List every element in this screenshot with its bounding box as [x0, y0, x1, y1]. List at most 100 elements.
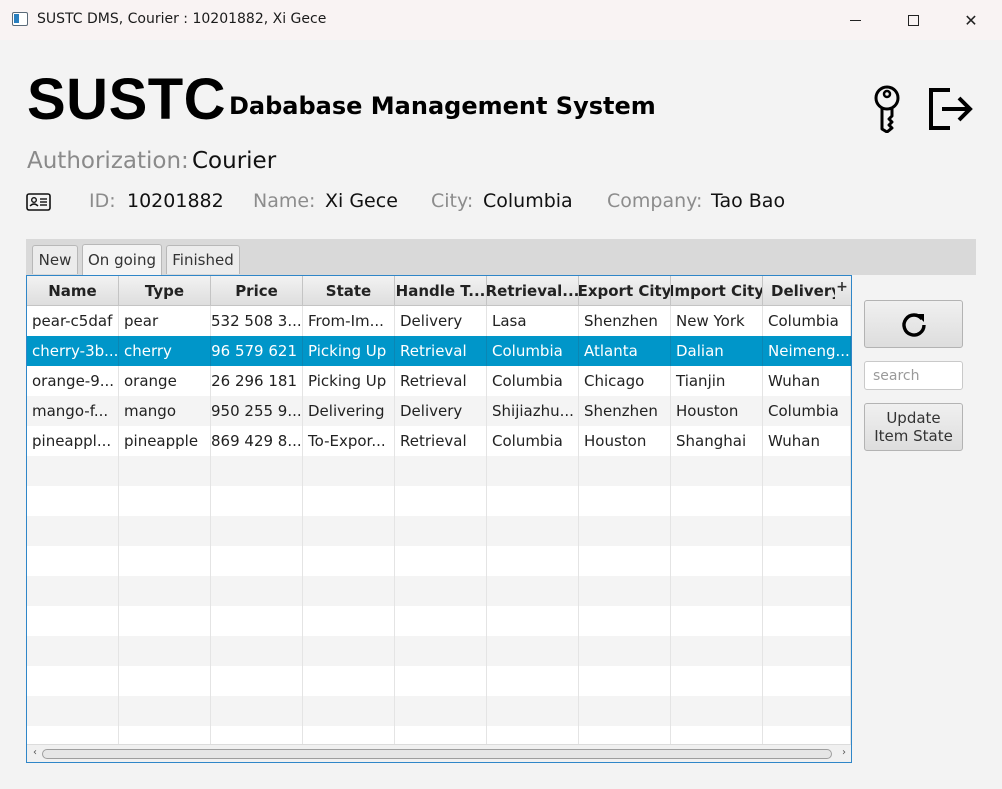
cell-import-city: Houston — [671, 396, 763, 426]
scroll-right-icon[interactable]: › — [838, 747, 850, 759]
maximize-icon — [907, 14, 919, 26]
cell-state: From-Im... — [303, 306, 395, 336]
cell-name: pineappl... — [27, 426, 119, 456]
tab-new[interactable]: New — [32, 245, 78, 274]
table-row[interactable]: pineappl... pineapple 869 429 8... To-Expor… — [27, 426, 851, 456]
authorization-value: Courier — [192, 148, 277, 174]
cell-handle-type — [395, 486, 487, 516]
cell-type — [119, 486, 211, 516]
minimize-icon — [849, 19, 861, 21]
cell-price: 96 579 621 — [211, 336, 303, 366]
cell-export-city — [579, 546, 671, 576]
update-item-state-button[interactable]: Update Item State — [864, 403, 963, 451]
name-value: Xi Gece — [325, 190, 398, 212]
cell-export-city — [579, 516, 671, 546]
table-row[interactable]: cherry-3b... cherry 96 579 621 Picking Up Re… — [27, 336, 851, 366]
cell-delivery: Columbia — [763, 306, 851, 336]
refresh-icon — [901, 313, 926, 337]
cell-export-city: Houston — [579, 426, 671, 456]
items-table[interactable]: Name Type Price State Handle T... Retrie… — [26, 275, 852, 763]
logout-icon[interactable] — [926, 86, 974, 132]
cell-retrieval — [487, 576, 579, 606]
scroll-left-icon[interactable]: ‹ — [29, 747, 41, 759]
key-icon[interactable] — [870, 85, 904, 133]
cell-retrieval — [487, 486, 579, 516]
cell-export-city — [579, 636, 671, 666]
cell-state — [303, 576, 395, 606]
cell-delivery — [763, 516, 851, 546]
cell-state: Picking Up — [303, 366, 395, 396]
table-row[interactable]: mango-f... mango 950 255 9... Delivering Del… — [27, 396, 851, 426]
cell-delivery — [763, 456, 851, 486]
table-row[interactable]: orange-9... orange 26 296 181 Picking Up Ret… — [27, 366, 851, 396]
cell-import-city — [671, 636, 763, 666]
cell-price — [211, 456, 303, 486]
cell-delivery — [763, 486, 851, 516]
table-row-empty — [27, 516, 851, 546]
search-input[interactable] — [864, 361, 963, 390]
cell-retrieval — [487, 666, 579, 696]
cell-handle-type — [395, 666, 487, 696]
cell-type: pineapple — [119, 426, 211, 456]
table-row-empty — [27, 456, 851, 486]
update-button-label-line1: Update — [886, 409, 941, 427]
company-value: Tao Bao — [711, 190, 786, 212]
column-header-type[interactable]: Type — [119, 276, 211, 306]
cell-name — [27, 666, 119, 696]
authorization-label: Authorization: — [27, 148, 189, 174]
cell-handle-type — [395, 576, 487, 606]
cell-delivery — [763, 576, 851, 606]
close-button[interactable]: ✕ — [942, 0, 1000, 40]
cell-import-city — [671, 696, 763, 726]
column-header-retrieval[interactable]: Retrieval... — [487, 276, 579, 306]
cell-price — [211, 606, 303, 636]
cell-import-city — [671, 546, 763, 576]
column-header-state[interactable]: State — [303, 276, 395, 306]
cell-state: To-Expor... — [303, 426, 395, 456]
tab-bar: New On going Finished — [26, 239, 976, 275]
scrollbar-thumb[interactable] — [42, 749, 832, 759]
cell-name: mango-f... — [27, 396, 119, 426]
cell-import-city — [671, 666, 763, 696]
column-menu-button[interactable]: + — [833, 279, 851, 303]
cell-state — [303, 456, 395, 486]
cell-price — [211, 636, 303, 666]
update-button-label-line2: Item State — [874, 427, 953, 445]
cell-delivery — [763, 666, 851, 696]
cell-retrieval — [487, 546, 579, 576]
maximize-button[interactable] — [884, 0, 942, 40]
cell-type: pear — [119, 306, 211, 336]
table-row-empty — [27, 696, 851, 726]
cell-price: 26 296 181 — [211, 366, 303, 396]
id-card-icon — [26, 193, 51, 211]
horizontal-scrollbar[interactable]: ‹ › — [27, 744, 851, 762]
cell-state — [303, 606, 395, 636]
cell-name: orange-9... — [27, 366, 119, 396]
column-header-name[interactable]: Name — [27, 276, 119, 306]
column-header-handle-type[interactable]: Handle T... — [395, 276, 487, 306]
cell-handle-type: Delivery — [395, 396, 487, 426]
tab-on-going[interactable]: On going — [82, 244, 162, 275]
cell-import-city — [671, 516, 763, 546]
cell-state — [303, 546, 395, 576]
name-label: Name: — [253, 190, 316, 212]
cell-handle-type — [395, 516, 487, 546]
refresh-button[interactable] — [864, 300, 963, 348]
cell-retrieval: Columbia — [487, 366, 579, 396]
brand-subtitle: Dababase Management System — [229, 92, 656, 120]
minimize-button[interactable] — [826, 0, 884, 40]
column-header-price[interactable]: Price — [211, 276, 303, 306]
tab-finished[interactable]: Finished — [166, 245, 240, 274]
cell-handle-type — [395, 546, 487, 576]
cell-retrieval: Columbia — [487, 336, 579, 366]
cell-handle-type — [395, 696, 487, 726]
table-row-empty — [27, 636, 851, 666]
table-row[interactable]: pear-c5daf pear 532 508 3... From-Im... Deli… — [27, 306, 851, 336]
column-header-export-city[interactable]: Export City — [579, 276, 671, 306]
cell-state — [303, 516, 395, 546]
cell-retrieval — [487, 636, 579, 666]
cell-price — [211, 546, 303, 576]
column-header-delivery[interactable]: Delivery — [763, 276, 835, 306]
cell-retrieval — [487, 456, 579, 486]
column-header-import-city[interactable]: Import City — [671, 276, 763, 306]
